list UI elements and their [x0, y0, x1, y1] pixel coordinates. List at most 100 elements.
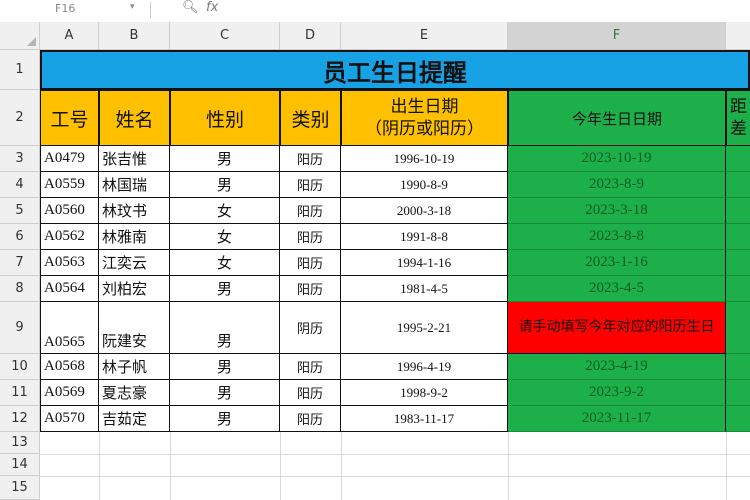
cell-id[interactable]: A0569	[40, 380, 99, 406]
cell-birth-date[interactable]: 1996-4-19	[341, 354, 508, 380]
cell-name[interactable]: 夏志豪	[99, 380, 170, 406]
select-all-corner[interactable]	[0, 22, 40, 50]
header-this-year-birthday[interactable]: 今年生日日期	[508, 90, 726, 146]
cell-name[interactable]: 林国瑞	[99, 172, 170, 198]
column-header-f[interactable]: F	[508, 22, 726, 50]
row-header-9[interactable]: 9	[0, 302, 40, 354]
cell-name[interactable]: 阮建安	[99, 302, 170, 354]
fx-icon[interactable]: fx	[206, 0, 218, 15]
column-header-b[interactable]: B	[99, 22, 170, 50]
column-header-g[interactable]	[726, 22, 750, 50]
cell-this-year-birthday[interactable]: 2023-10-19	[508, 146, 726, 172]
cell-type[interactable]: 阳历	[280, 146, 341, 172]
cell-birth-date[interactable]: 1995-2-21	[341, 302, 508, 354]
row-header-5[interactable]: 5	[0, 198, 40, 224]
cell-id[interactable]: A0479	[40, 146, 99, 172]
cell-id[interactable]: A0570	[40, 406, 99, 432]
cell-id[interactable]: A0568	[40, 354, 99, 380]
row-header-4[interactable]: 4	[0, 172, 40, 198]
row-header-10[interactable]: 10	[0, 354, 40, 380]
cell-birth-date[interactable]: 1998-9-2	[341, 380, 508, 406]
header-days-until-cut[interactable]: 距 差	[726, 90, 750, 146]
cell-name[interactable]: 刘柏宏	[99, 276, 170, 302]
cell-id[interactable]: A0560	[40, 198, 99, 224]
cell-id[interactable]: A0565	[40, 302, 99, 354]
cell-this-year-birthday[interactable]: 2023-3-18	[508, 198, 726, 224]
cell-gender[interactable]: 女	[170, 224, 280, 250]
cell-this-year-birthday[interactable]: 2023-4-5	[508, 276, 726, 302]
cell-birth-date[interactable]: 1994-1-16	[341, 250, 508, 276]
sheet-title[interactable]: 员工生日提醒	[40, 50, 750, 90]
cell-type[interactable]: 阴历	[280, 302, 341, 354]
header-id[interactable]: 工号	[40, 90, 99, 146]
row-header-8[interactable]: 8	[0, 276, 40, 302]
cell-birth-date[interactable]: 2000-3-18	[341, 198, 508, 224]
cell-this-year-birthday[interactable]: 2023-9-2	[508, 380, 726, 406]
cell-type[interactable]: 阳历	[280, 224, 341, 250]
header-gender[interactable]: 性别	[170, 90, 280, 146]
cell-type[interactable]: 阳历	[280, 406, 341, 432]
cell-gender[interactable]: 男	[170, 172, 280, 198]
cell-gender[interactable]: 男	[170, 380, 280, 406]
cell-birth-date[interactable]: 1981-4-5	[341, 276, 508, 302]
cell-birth-date[interactable]: 1990-8-9	[341, 172, 508, 198]
cell-name[interactable]: 江奕云	[99, 250, 170, 276]
cell-days-until[interactable]	[726, 276, 750, 302]
row-header-6[interactable]: 6	[0, 224, 40, 250]
cell-this-year-birthday[interactable]: 2023-11-17	[508, 406, 726, 432]
header-type[interactable]: 类别	[280, 90, 341, 146]
cell-this-year-birthday-warning[interactable]: 请手动填写今年对应的阳历生日	[508, 302, 726, 354]
cell-days-until[interactable]	[726, 406, 750, 432]
cell-birth-date[interactable]: 1983-11-17	[341, 406, 508, 432]
cell-days-until[interactable]	[726, 380, 750, 406]
cell-id[interactable]: A0564	[40, 276, 99, 302]
cell-birth-date[interactable]: 1996-10-19	[341, 146, 508, 172]
cell-gender[interactable]: 男	[170, 354, 280, 380]
cell-days-until[interactable]	[726, 354, 750, 380]
cell-days-until[interactable]	[726, 224, 750, 250]
cell-type[interactable]: 阳历	[280, 380, 341, 406]
cell-days-until[interactable]	[726, 302, 750, 354]
header-birth-date[interactable]: 出生日期 （阴历或阳历）	[341, 90, 508, 146]
cell-name[interactable]: 林玟书	[99, 198, 170, 224]
column-header-d[interactable]: D	[280, 22, 341, 50]
cell-gender[interactable]: 男	[170, 302, 280, 354]
row-header-11[interactable]: 11	[0, 380, 40, 406]
cell-days-until[interactable]	[726, 250, 750, 276]
cell-type[interactable]: 阳历	[280, 354, 341, 380]
row-header-15[interactable]: 15	[0, 476, 40, 500]
cell-days-until[interactable]	[726, 198, 750, 224]
cell-birth-date[interactable]: 1991-8-8	[341, 224, 508, 250]
cell-days-until[interactable]	[726, 172, 750, 198]
cell-id[interactable]: A0559	[40, 172, 99, 198]
row-header-3[interactable]: 3	[0, 146, 40, 172]
cell-gender[interactable]: 男	[170, 276, 280, 302]
header-name[interactable]: 姓名	[99, 90, 170, 146]
zoom-icon[interactable]: 🔍︎	[182, 0, 199, 15]
cell-name[interactable]: 张吉惟	[99, 146, 170, 172]
row-header-7[interactable]: 7	[0, 250, 40, 276]
cell-gender[interactable]: 男	[170, 146, 280, 172]
column-header-e[interactable]: E	[341, 22, 508, 50]
row-header-13[interactable]: 13	[0, 432, 40, 454]
row-header-12[interactable]: 12	[0, 406, 40, 432]
name-box[interactable]: F16	[55, 2, 75, 15]
cell-name[interactable]: 吉茹定	[99, 406, 170, 432]
cell-type[interactable]: 阳历	[280, 172, 341, 198]
cell-this-year-birthday[interactable]: 2023-4-19	[508, 354, 726, 380]
cell-id[interactable]: A0562	[40, 224, 99, 250]
column-header-c[interactable]: C	[170, 22, 280, 50]
cell-id[interactable]: A0563	[40, 250, 99, 276]
row-header-2[interactable]: 2	[0, 90, 40, 146]
row-header-14[interactable]: 14	[0, 454, 40, 476]
cell-type[interactable]: 阳历	[280, 276, 341, 302]
cell-gender[interactable]: 女	[170, 250, 280, 276]
cell-gender[interactable]: 男	[170, 406, 280, 432]
cell-name[interactable]: 林子帆	[99, 354, 170, 380]
cell-type[interactable]: 阳历	[280, 250, 341, 276]
column-header-a[interactable]: A	[40, 22, 99, 50]
row-header-1[interactable]: 1	[0, 50, 40, 90]
cell-name[interactable]: 林雅南	[99, 224, 170, 250]
cell-this-year-birthday[interactable]: 2023-8-8	[508, 224, 726, 250]
cell-type[interactable]: 阳历	[280, 198, 341, 224]
